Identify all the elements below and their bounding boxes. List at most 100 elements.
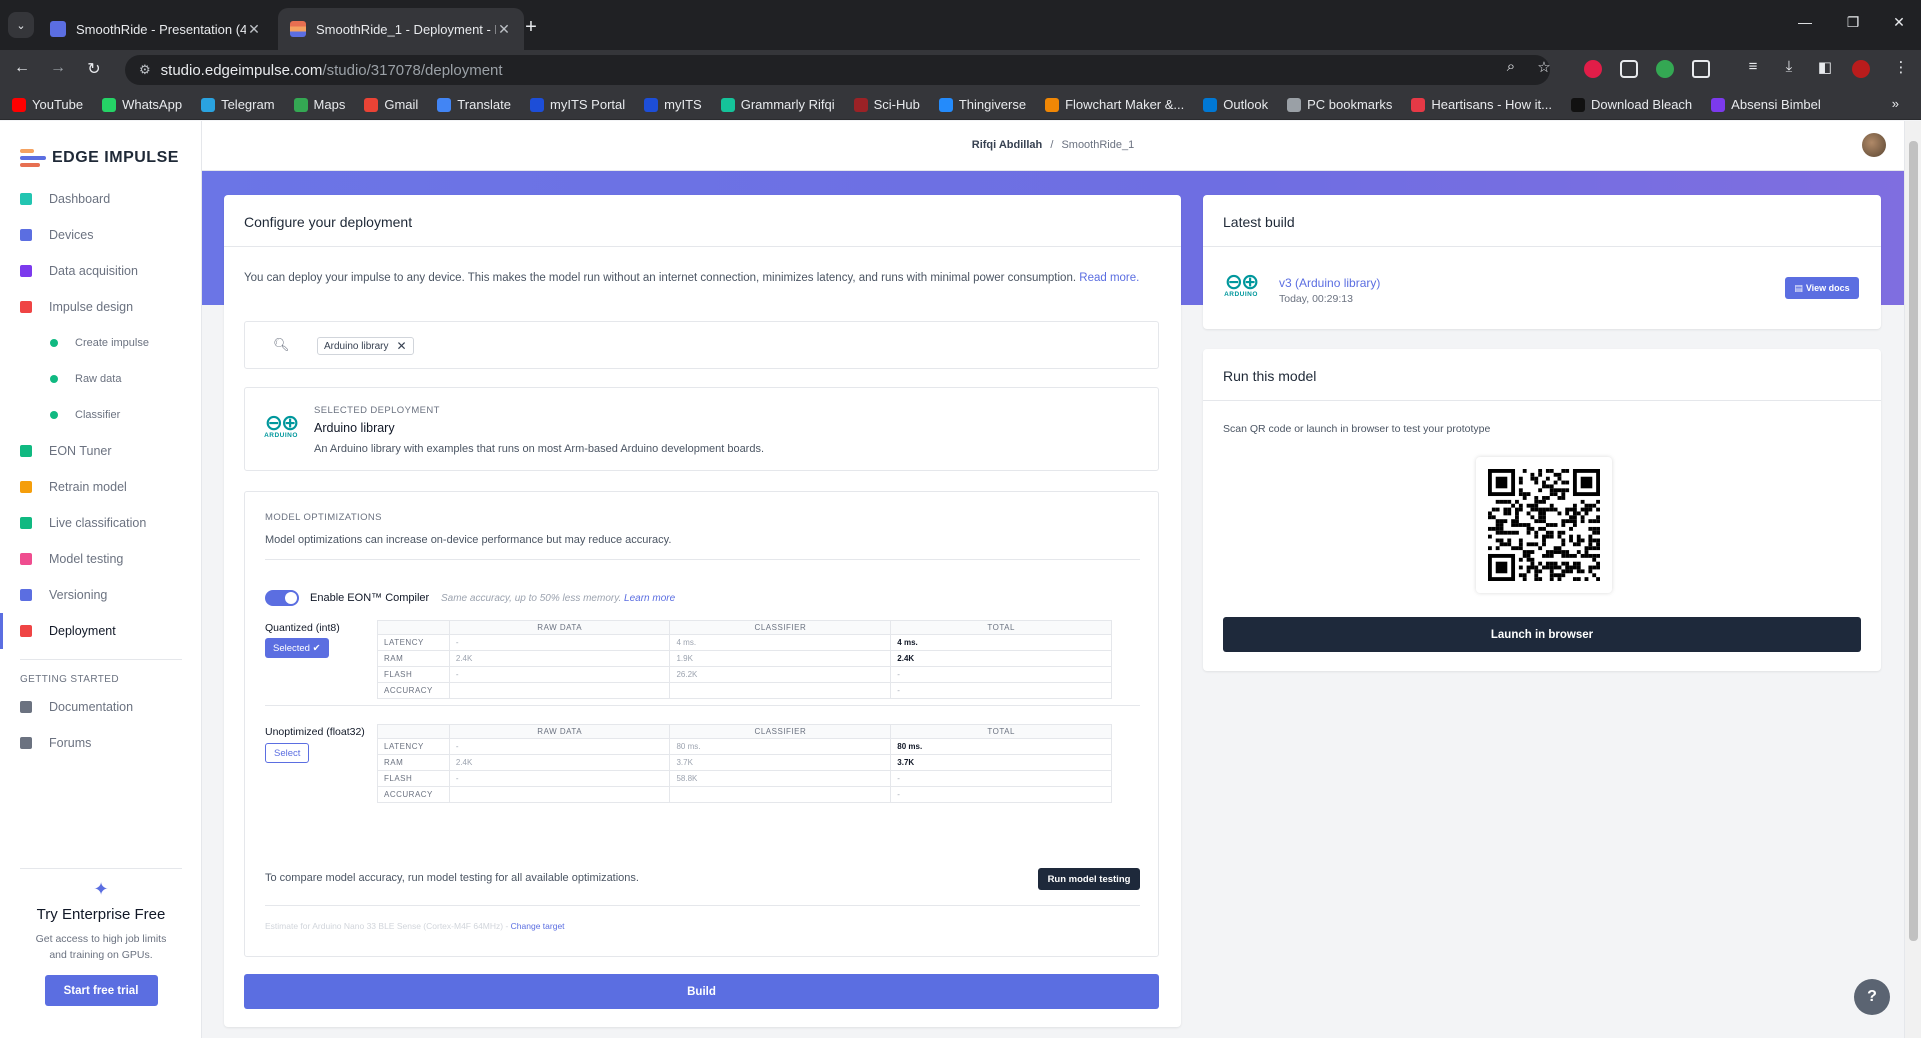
bookmark-item[interactable]: myITS Portal bbox=[530, 97, 625, 112]
sidebar-subitem-classifier[interactable]: Classifier bbox=[0, 397, 202, 433]
sidebar-subitem-create-impulse[interactable]: Create impulse bbox=[0, 325, 202, 361]
table-header-row: RAW DATA CLASSIFIER TOTAL bbox=[377, 724, 1112, 739]
page-scrollbar[interactable] bbox=[1904, 121, 1921, 1038]
new-tab-plus-icon[interactable]: + bbox=[518, 14, 544, 40]
sidebar-subitem-raw-data[interactable]: Raw data bbox=[0, 361, 202, 397]
read-more-link[interactable]: Read more. bbox=[1079, 272, 1139, 284]
bookmark-item[interactable]: Flowchart Maker &... bbox=[1045, 97, 1184, 112]
bookmark-item[interactable]: Gmail bbox=[364, 97, 418, 112]
tab-search-chevron-icon[interactable]: ⌄ bbox=[8, 12, 34, 38]
bookmark-item[interactable]: myITS bbox=[644, 97, 702, 112]
run-model-testing-button[interactable]: Run model testing bbox=[1038, 868, 1140, 890]
table-row: ACCURACY - bbox=[377, 682, 1112, 699]
column-header: TOTAL bbox=[890, 620, 1112, 635]
extension-screen-icon[interactable] bbox=[1620, 60, 1638, 78]
bookmark-item[interactable]: Grammarly Rifqi bbox=[720, 97, 835, 112]
bookmark-item[interactable]: Translate bbox=[437, 97, 511, 112]
document-icon: ▤ bbox=[1794, 282, 1803, 293]
browser-tab-presentation[interactable]: SmoothRide - Presentation (4:3 ✕ bbox=[38, 8, 274, 50]
build-button[interactable]: Build bbox=[244, 974, 1159, 1009]
bookmark-item[interactable]: PC bookmarks bbox=[1287, 97, 1392, 112]
bookmark-label: Sci-Hub bbox=[873, 97, 920, 112]
sidebar-item-documentation[interactable]: Documentation bbox=[0, 689, 202, 725]
bookmark-star-icon[interactable]: ☆ bbox=[1533, 58, 1555, 76]
bookmarks-overflow-icon[interactable]: » bbox=[1892, 96, 1899, 111]
quantized-selected-button[interactable]: Selected ✔ bbox=[265, 638, 329, 658]
sidebar-item-devices[interactable]: Devices bbox=[0, 217, 202, 253]
breadcrumb-project[interactable]: SmoothRide_1 bbox=[1061, 139, 1134, 151]
sidebar-item-eon-tuner[interactable]: EON Tuner bbox=[0, 433, 202, 469]
eon-compiler-toggle[interactable] bbox=[265, 590, 299, 606]
minimize-icon[interactable]: — bbox=[1795, 14, 1815, 30]
zoom-search-icon[interactable]: ⌕ bbox=[1500, 58, 1522, 75]
bookmark-item[interactable]: Outlook bbox=[1203, 97, 1268, 112]
profile-avatar-icon[interactable] bbox=[1852, 60, 1870, 78]
eon-compiler-label: Enable EON™ Compiler bbox=[310, 592, 430, 604]
sidebar-item-label: Retrain model bbox=[49, 480, 127, 494]
bookmark-item[interactable]: Download Bleach bbox=[1570, 97, 1692, 112]
extension-opera-icon[interactable] bbox=[1584, 60, 1602, 78]
bookmark-item[interactable]: Sci-Hub bbox=[853, 97, 920, 112]
download-icon[interactable]: ⤓ bbox=[1778, 58, 1800, 75]
latest-build-card: Latest build ⊖⊕ ARDUINO v3 (Arduino libr… bbox=[1203, 195, 1881, 329]
bookmark-favicon-icon bbox=[644, 97, 659, 112]
filter-chip-label: Arduino library bbox=[324, 340, 389, 352]
bookmark-item[interactable]: Absensi Bimbel bbox=[1711, 97, 1821, 112]
browser-tab-deployment[interactable]: SmoothRide_1 - Deployment - E ✕ bbox=[278, 8, 524, 50]
restore-window-icon[interactable]: ❐ bbox=[1843, 14, 1863, 31]
sidebar-item-forums[interactable]: Forums bbox=[0, 725, 202, 761]
reload-icon[interactable]: ↻ bbox=[82, 59, 106, 81]
close-tab-icon[interactable]: ✕ bbox=[496, 21, 512, 38]
sidebar-item-retrain-model[interactable]: Retrain model bbox=[0, 469, 202, 505]
user-avatar[interactable] bbox=[1862, 133, 1886, 157]
metric-raw: - bbox=[448, 666, 671, 683]
browser-menu-icon[interactable]: ⋮ bbox=[1890, 58, 1912, 76]
sidebar-item-data-acquisition[interactable]: Data acquisition bbox=[0, 253, 202, 289]
deployment-search-input[interactable]: 🔍︎ Arduino library ✕ bbox=[244, 321, 1159, 369]
help-question-icon[interactable]: ? bbox=[1854, 979, 1890, 1015]
extension-green-icon[interactable] bbox=[1656, 60, 1674, 78]
start-free-trial-button[interactable]: Start free trial bbox=[44, 975, 158, 1006]
close-tab-icon[interactable]: ✕ bbox=[246, 21, 262, 38]
sidebar-item-versioning[interactable]: Versioning bbox=[0, 577, 202, 613]
build-name-link[interactable]: v3 (Arduino library) bbox=[1279, 276, 1380, 290]
bookmark-item[interactable]: Maps bbox=[293, 97, 345, 112]
bookmark-item[interactable]: Heartisans - How it... bbox=[1411, 97, 1552, 112]
remove-chip-icon[interactable]: ✕ bbox=[396, 339, 406, 353]
sidebar-item-deployment[interactable]: Deployment bbox=[0, 613, 202, 649]
estimate-target: Estimate for Arduino Nano 33 BLE Sense (… bbox=[265, 921, 565, 931]
forward-arrow-icon[interactable]: → bbox=[46, 59, 70, 81]
edge-impulse-logo[interactable]: EDGE IMPULSE bbox=[20, 149, 179, 167]
card-title: Run this model bbox=[1203, 349, 1881, 401]
sidebar-item-impulse-design[interactable]: Impulse design bbox=[0, 289, 202, 325]
bookmark-item[interactable]: YouTube bbox=[12, 97, 83, 112]
bookmark-item[interactable]: Telegram bbox=[201, 97, 275, 112]
retrain-icon bbox=[20, 481, 32, 493]
close-window-icon[interactable]: ✕ bbox=[1889, 14, 1909, 31]
bookmark-item[interactable]: Thingiverse bbox=[938, 97, 1026, 112]
enterprise-desc-line1: Get access to high job limits bbox=[35, 933, 167, 945]
site-info-icon[interactable]: ⚙ bbox=[139, 62, 151, 78]
sidebar-item-live-classification[interactable]: Live classification bbox=[0, 505, 202, 541]
side-panel-icon[interactable]: ◧ bbox=[1814, 58, 1836, 76]
metric-classifier: 58.8K bbox=[669, 770, 892, 787]
breadcrumb: Rifqi Abdillah / SmoothRide_1 bbox=[202, 139, 1904, 151]
launch-in-browser-button[interactable]: Launch in browser bbox=[1223, 617, 1861, 652]
database-icon bbox=[20, 265, 32, 277]
edge-impulse-app: EDGE IMPULSE Dashboard Devices Data acquis… bbox=[0, 121, 1921, 1038]
sidebar-item-model-testing[interactable]: Model testing bbox=[0, 541, 202, 577]
unoptimized-select-button[interactable]: Select bbox=[265, 743, 310, 763]
scrollbar-thumb[interactable] bbox=[1909, 141, 1918, 941]
address-bar[interactable]: ⚙ studio.edgeimpulse.com/studio/317078/d… bbox=[125, 55, 1550, 85]
breadcrumb-user[interactable]: Rifqi Abdillah bbox=[972, 139, 1042, 151]
bookmark-label: Outlook bbox=[1223, 97, 1269, 112]
bookmark-item[interactable]: WhatsApp bbox=[102, 97, 182, 112]
view-docs-button[interactable]: ▤ View docs bbox=[1785, 277, 1859, 299]
learn-more-link[interactable]: Learn more bbox=[624, 593, 675, 604]
back-arrow-icon[interactable]: ← bbox=[10, 59, 34, 81]
sidebar-item-dashboard[interactable]: Dashboard bbox=[0, 181, 202, 217]
media-queue-icon[interactable]: ≡ bbox=[1742, 58, 1764, 75]
extensions-puzzle-icon[interactable] bbox=[1692, 60, 1710, 78]
sidebar-item-label: Documentation bbox=[49, 700, 134, 714]
change-target-link[interactable]: Change target bbox=[511, 921, 565, 931]
